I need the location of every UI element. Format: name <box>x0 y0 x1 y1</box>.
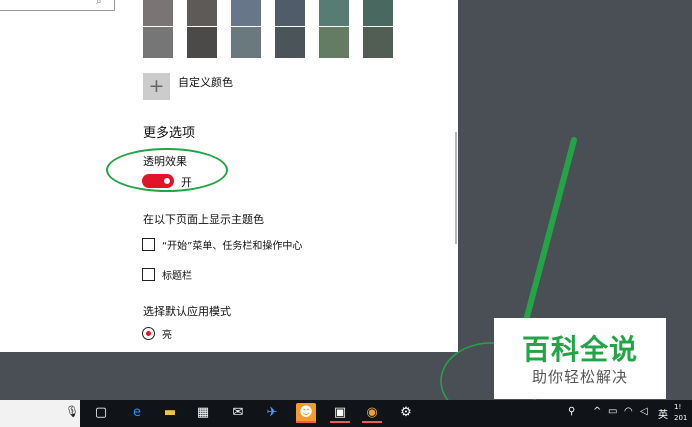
app-mode-heading: 选择默认应用模式 <box>143 305 231 318</box>
people-icon[interactable]: ⚲ <box>568 406 575 417</box>
title-bar-checkbox-label: 标题栏 <box>162 270 192 282</box>
edge-icon[interactable]: e <box>127 403 147 423</box>
volume-icon[interactable]: ◁ <box>640 406 648 417</box>
color-swatch[interactable] <box>231 27 261 58</box>
custom-color-button[interactable]: + 自定义颜色 <box>143 73 233 103</box>
mail-icon[interactable]: ✉ <box>228 403 248 423</box>
color-swatch[interactable] <box>275 0 305 26</box>
start-taskbar-checkbox-label: “开始”菜单、任务栏和操作中心 <box>162 240 303 252</box>
color-swatch[interactable] <box>363 0 393 26</box>
color-swatch[interactable] <box>275 27 305 58</box>
battery-icon[interactable]: ▭ <box>608 406 617 417</box>
chrome-icon[interactable]: ◉ <box>362 403 382 423</box>
microphone-icon[interactable]: 🎙 <box>65 405 79 418</box>
store-icon[interactable]: ▦ <box>193 403 213 423</box>
color-swatch[interactable] <box>319 0 349 26</box>
task-view-icon[interactable]: ▢ <box>91 403 111 423</box>
watermark-subtitle: 助你轻松解决 <box>531 368 628 386</box>
ime-indicator[interactable]: 英 <box>658 406 668 421</box>
chevron-up-icon[interactable]: ^ <box>593 406 601 417</box>
taskbar-search-box[interactable]: 🎙 <box>0 400 80 427</box>
plus-icon[interactable]: + <box>143 73 170 100</box>
title-bar-checkbox[interactable] <box>142 267 155 281</box>
accent-color-grid <box>143 0 396 58</box>
start-taskbar-checkbox[interactable] <box>142 237 155 251</box>
watermark-logo: 百科全说 助你轻松解决 <box>494 318 666 399</box>
wifi-icon[interactable]: ◠ <box>624 406 633 417</box>
search-box[interactable]: ⌕ <box>0 0 115 11</box>
light-mode-radio[interactable] <box>142 326 155 340</box>
accent-surfaces-heading: 在以下页面上显示主题色 <box>143 213 264 226</box>
settings-window: ⌕ + 自定义颜色 更多选项 透明效果 开 在以下页面上显示主题色 “开始”菜单… <box>0 0 458 352</box>
game-app-icon[interactable]: ☻ <box>296 403 316 423</box>
transparency-label: 透明效果 <box>143 155 187 168</box>
running-indicator <box>330 421 350 423</box>
more-options-heading: 更多选项 <box>143 126 196 141</box>
color-swatch[interactable] <box>187 0 217 26</box>
clock-time: 1! <box>674 403 682 411</box>
running-indicator <box>296 421 316 423</box>
desktop: ⌕ + 自定义颜色 更多选项 透明效果 开 在以下页面上显示主题色 “开始”菜单… <box>0 0 692 427</box>
taskbar: 🎙 ▢ e ▬ ▦ ✉ ✈ ☻ ▣ ◉ ⚙ ⚲ ^ ▭ ◠ ◁ 英 1! 201 <box>0 400 692 427</box>
scrollbar[interactable] <box>455 132 457 244</box>
color-swatch[interactable] <box>187 27 217 58</box>
light-mode-radio-row[interactable]: 亮 <box>142 325 172 341</box>
start-taskbar-checkbox-row[interactable]: “开始”菜单、任务栏和操作中心 <box>142 236 302 252</box>
search-icon[interactable]: ⌕ <box>96 0 102 7</box>
watermark-title: 百科全说 <box>521 333 638 366</box>
radio-selected-dot <box>146 330 151 336</box>
light-mode-label: 亮 <box>162 329 172 341</box>
color-swatch[interactable] <box>143 0 173 26</box>
custom-color-label: 自定义颜色 <box>178 76 233 89</box>
transparency-toggle[interactable] <box>142 174 174 188</box>
clock-date: 201 <box>674 414 688 422</box>
color-swatch[interactable] <box>319 27 349 58</box>
toggle-knob <box>164 178 170 184</box>
color-swatch[interactable] <box>231 0 261 26</box>
file-explorer-icon[interactable]: ▬ <box>160 403 180 423</box>
bird-app-icon[interactable]: ✈ <box>262 403 282 423</box>
running-indicator <box>362 421 382 423</box>
settings-icon[interactable]: ⚙ <box>396 403 416 423</box>
toggle-state-label: 开 <box>181 176 192 189</box>
bilibili-icon[interactable]: ▣ <box>330 403 350 423</box>
color-swatch[interactable] <box>363 27 393 58</box>
title-bar-checkbox-row[interactable]: 标题栏 <box>142 266 192 282</box>
color-swatch[interactable] <box>143 27 173 58</box>
clock[interactable]: 1! 201 <box>674 402 687 424</box>
